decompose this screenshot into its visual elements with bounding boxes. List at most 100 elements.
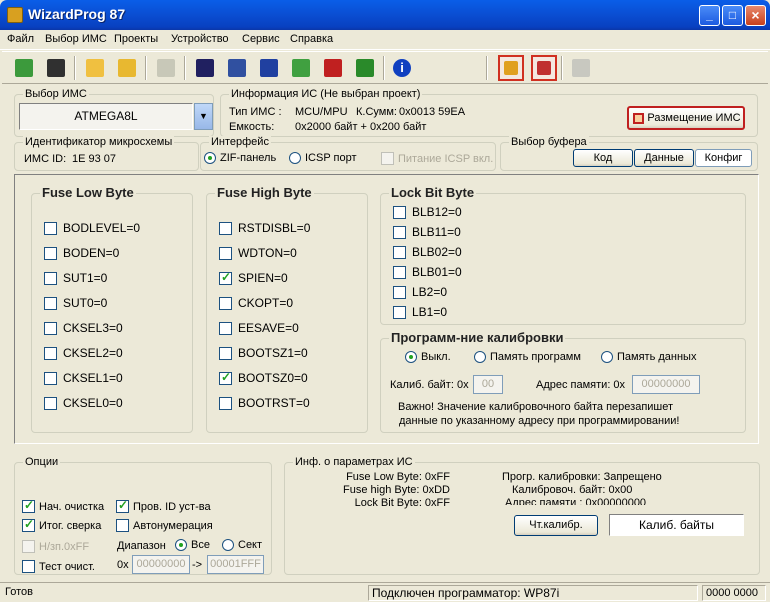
fuse-checkbox-bootrst[interactable]: BOOTRST=0: [219, 396, 310, 410]
menu-chip-select[interactable]: Выбор ИМС: [45, 33, 107, 45]
fuse-checkbox-cksel0[interactable]: CKSEL0=0: [44, 396, 123, 410]
checkbox-box: [44, 396, 57, 410]
fuse-checkbox-wdton[interactable]: WDTON=0: [219, 246, 297, 260]
fuse-checkbox-bootsz0[interactable]: BOOTSZ0=0: [219, 370, 308, 385]
folder-open-icon[interactable]: [114, 55, 140, 81]
checkbox-box: [44, 246, 57, 260]
fuse-checkbox-lb1[interactable]: LB1=0: [393, 305, 447, 319]
range-from-field[interactable]: 00000000: [132, 555, 190, 574]
checkbox-label: CKSEL3=0: [63, 321, 123, 335]
checkbox-box: [22, 540, 35, 553]
status-center: Подключен программатор: WP87i: [368, 585, 698, 601]
icsp-label: ICSP порт: [305, 152, 357, 164]
tab-config[interactable]: Конфиг: [695, 149, 752, 167]
folder-icon[interactable]: [82, 55, 108, 81]
param-fuse-low: Fuse Low Byte: 0xFF: [346, 471, 450, 483]
calib-data-radio[interactable]: Память данных: [601, 351, 696, 363]
calib-off-radio[interactable]: Выкл.: [405, 351, 451, 363]
fuse-checkbox-rstdisbl[interactable]: RSTDISBL=0: [219, 221, 310, 235]
chip-id-text: ИМС ID:: [24, 153, 67, 165]
calib-byte-field[interactable]: 00: [473, 375, 503, 394]
param-addr-clip: Адрес памяти : 0x00000000: [500, 497, 740, 505]
status-left: Готов: [5, 586, 33, 598]
chip-read-icon[interactable]: [224, 55, 250, 81]
chip-erase-icon[interactable]: [352, 55, 378, 81]
fuse-checkbox-cksel1[interactable]: CKSEL1=0: [44, 371, 123, 385]
checkbox-label: Пров. ID уст-ва: [133, 500, 211, 513]
blank-test-checkbox[interactable]: Тест очист.: [22, 560, 95, 573]
tab-code[interactable]: Код: [573, 149, 633, 167]
initial-clear-checkbox[interactable]: Нач. очистка: [22, 498, 104, 513]
radio-dot: [405, 351, 417, 363]
calib-bytes-field[interactable]: Калиб. байты: [609, 514, 744, 536]
menu-help[interactable]: Справка: [290, 33, 333, 45]
auto-numbering-checkbox[interactable]: Автонумерация: [116, 519, 213, 532]
read-calib-button[interactable]: Чт.калибр.: [514, 515, 598, 536]
chip-icon[interactable]: [256, 55, 282, 81]
icsp-power-label: Питание ICSP вкл.: [398, 152, 494, 165]
chip-write-icon[interactable]: [288, 55, 314, 81]
placement-button[interactable]: Размещение ИМС: [627, 106, 745, 130]
calib-addr-field[interactable]: 00000000: [632, 375, 700, 394]
checkbox-box: [44, 346, 57, 360]
menu-projects[interactable]: Проекты: [114, 33, 158, 45]
fuse-checkbox-sut0[interactable]: SUT0=0: [44, 296, 107, 310]
icsp-power-checkbox[interactable]: Питание ICSP вкл.: [381, 152, 493, 165]
final-verify-checkbox[interactable]: Итог. сверка: [22, 517, 101, 532]
fuse-checkbox-bodlevel[interactable]: BODLEVEL=0: [44, 221, 140, 235]
fuse-checkbox-blb12[interactable]: BLB12=0: [393, 205, 462, 219]
open-icon[interactable]: [11, 55, 37, 81]
checkbox-label: LB2=0: [412, 285, 448, 299]
fuse-checkbox-spien[interactable]: SPIEN=0: [219, 270, 288, 285]
chip-select-label: Выбор ИМС: [23, 88, 89, 100]
checkbox-label: BOOTSZ1=0: [238, 346, 308, 360]
save-icon[interactable]: [43, 55, 69, 81]
check-device-id-checkbox[interactable]: Пров. ID уст-ва: [116, 498, 211, 513]
checkbox-box: [393, 205, 406, 219]
chip-verify-icon[interactable]: [320, 55, 346, 81]
fuse-checkbox-cksel2[interactable]: CKSEL2=0: [44, 346, 123, 360]
fuse-checkbox-boden[interactable]: BODEN=0: [44, 246, 119, 260]
range-from-prefix: 0x: [117, 559, 129, 571]
calib-addr-label: Адрес памяти: 0x: [536, 379, 626, 391]
tab-data[interactable]: Данные: [634, 149, 694, 167]
calibration-title: Программ-ние калибровки: [389, 330, 566, 345]
checkbox-box: [393, 225, 406, 239]
clipboard-icon[interactable]: [568, 55, 594, 81]
chip-select-dropdown[interactable]: ATMEGA8L: [19, 103, 193, 130]
range-sect-radio[interactable]: Сект: [222, 539, 262, 551]
range-all-radio[interactable]: Все: [175, 539, 210, 551]
chip-warning-icon[interactable]: [498, 55, 524, 81]
fuse-checkbox-lb2[interactable]: LB2=0: [393, 285, 447, 299]
minimize-button[interactable]: _: [699, 5, 720, 26]
fuse-checkbox-blb11[interactable]: BLB11=0: [393, 225, 461, 239]
fuse-checkbox-cksel3[interactable]: CKSEL3=0: [44, 321, 123, 335]
calculator-icon[interactable]: [153, 55, 179, 81]
id-read-icon[interactable]: [192, 55, 218, 81]
zif-radio[interactable]: ZIF-панель: [204, 152, 276, 164]
params-label: Инф. о параметрах ИС: [293, 456, 415, 468]
menu-file[interactable]: Файл: [7, 33, 34, 45]
menu-device[interactable]: Устройство: [171, 33, 229, 45]
info-icon[interactable]: i: [389, 55, 415, 81]
radio-dot: [175, 539, 187, 551]
range-to-field[interactable]: 00001FFF: [207, 555, 264, 574]
fuse-checkbox-sut1[interactable]: SUT1=0: [44, 271, 107, 285]
fuse-checkbox-ckopt[interactable]: CKOPT=0: [219, 296, 293, 310]
calib-program-radio[interactable]: Память программ: [474, 351, 581, 363]
skip-ff-checkbox[interactable]: Н/зп.0xFF: [22, 540, 89, 553]
eraser-icon[interactable]: [531, 55, 557, 81]
fuse-checkbox-bootsz1[interactable]: BOOTSZ1=0: [219, 346, 308, 360]
menu-service[interactable]: Сервис: [242, 33, 280, 45]
icsp-radio[interactable]: ICSP порт: [289, 152, 357, 164]
checkbox-label: CKSEL0=0: [63, 396, 123, 410]
fuse-checkbox-blb02[interactable]: BLB02=0: [393, 245, 462, 259]
maximize-button[interactable]: □: [722, 5, 743, 26]
param-prog-calib: Прогр. калибровки: Запрещено: [502, 471, 662, 483]
fuse-checkbox-blb01[interactable]: BLB01=0: [393, 265, 462, 279]
fuse-checkbox-eesave[interactable]: EESAVE=0: [219, 321, 299, 335]
checkbox-box: [219, 270, 232, 285]
close-button[interactable]: ×: [745, 5, 766, 26]
interface-label: Интерфейс: [209, 136, 271, 148]
chevron-down-icon[interactable]: ▼: [194, 103, 213, 130]
